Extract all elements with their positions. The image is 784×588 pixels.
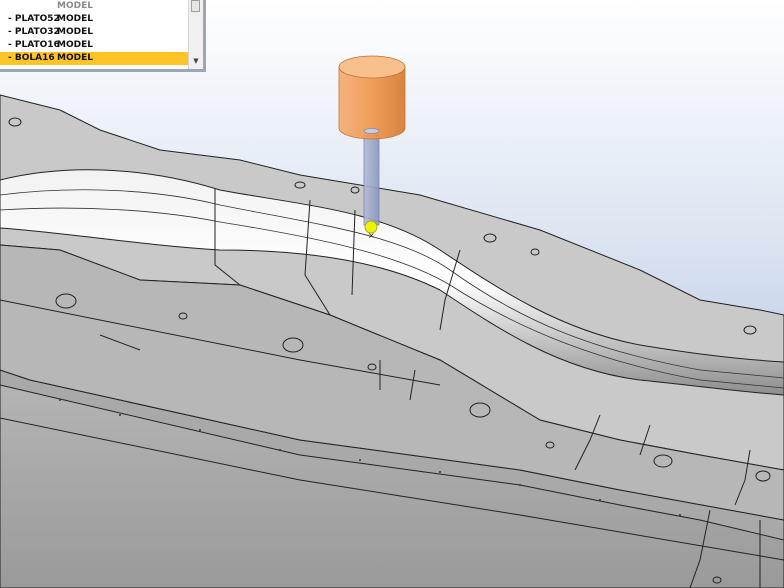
tool-name: - PLATO32 (8, 27, 60, 37)
tool-name: - BOLA16 (8, 53, 55, 63)
tool-holder-top (338, 55, 406, 79)
tool-shank (363, 129, 380, 226)
tool-list: MODEL - PLATO52 MODEL - PLATO32 MODEL - … (0, 0, 190, 65)
list-item-selected[interactable]: - BOLA16 MODEL (0, 52, 190, 65)
list-item[interactable]: MODEL (0, 0, 190, 13)
tool-type: MODEL (57, 53, 93, 63)
tool-tip-marker: × (368, 231, 375, 240)
list-item[interactable]: - PLATO32 MODEL (0, 26, 190, 39)
cad-viewport[interactable]: × (0, 0, 784, 588)
mold-part[interactable] (0, 94, 784, 588)
list-item[interactable]: - PLATO16 MODEL (0, 39, 190, 52)
tool-shank-top (363, 128, 380, 134)
scroll-thumb[interactable] (191, 0, 200, 12)
list-item[interactable]: - PLATO52 MODEL (0, 13, 190, 26)
tool-type: MODEL (57, 27, 93, 37)
tool-type: MODEL (57, 14, 93, 24)
tool-list-panel: MODEL - PLATO52 MODEL - PLATO32 MODEL - … (0, 0, 206, 72)
tool-name: - PLATO16 (8, 40, 60, 50)
list-scrollbar[interactable]: ▼ (188, 0, 203, 69)
tool-name: - PLATO52 (8, 14, 60, 24)
tool-type: MODEL (57, 1, 93, 11)
tool-type: MODEL (57, 40, 93, 50)
scroll-down-arrow-icon[interactable]: ▼ (189, 57, 203, 67)
